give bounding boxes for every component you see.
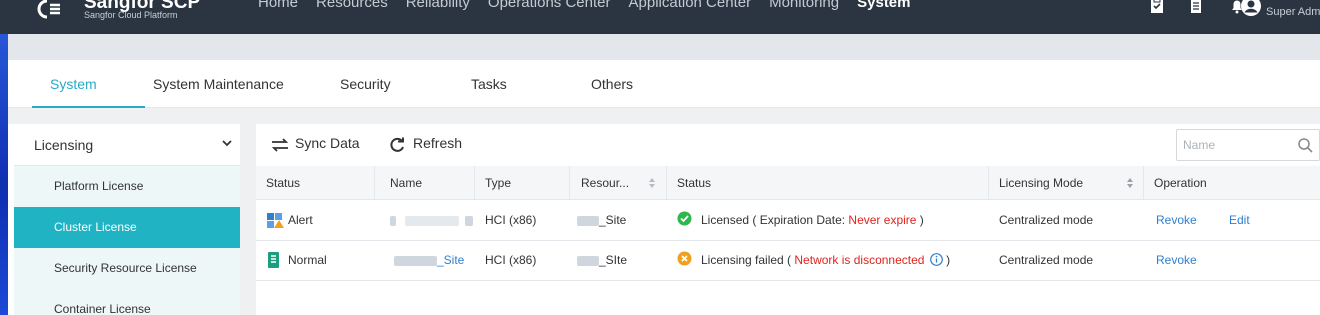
row-resource-suffix: _Site (599, 213, 627, 227)
tab-system[interactable]: System (50, 76, 97, 92)
sidebar-item-label: Security Resource License (54, 261, 197, 275)
search-icon[interactable] (1298, 138, 1313, 153)
cluster-license-main: Sync Data Refresh Status Name Type Resou… (256, 124, 1320, 315)
nav-item-home[interactable]: Home (258, 0, 298, 26)
column-header-status: Status (266, 176, 301, 190)
redacted-text (464, 215, 473, 226)
redacted-text (577, 215, 599, 226)
row-type: HCI (x86) (485, 253, 537, 267)
search-input[interactable] (1183, 136, 1283, 154)
row-name-link[interactable] (390, 213, 473, 227)
refresh-label: Refresh (413, 135, 463, 151)
sidebar-item-container-license[interactable]: Container License (14, 289, 240, 315)
sync-arrows-icon (271, 138, 289, 152)
edit-link[interactable]: Edit (1229, 213, 1250, 227)
column-header-resource[interactable]: Resour... (581, 176, 629, 190)
revoke-link[interactable]: Revoke (1156, 253, 1197, 267)
sync-data-label: Sync Data (295, 135, 360, 151)
check-circle-icon (677, 211, 692, 226)
nav-item-operations-center[interactable]: Operations Center (488, 0, 611, 26)
search-box (1176, 129, 1320, 161)
nav-item-application-center[interactable]: Application Center (629, 0, 752, 26)
sangfor-logo-icon (37, 0, 60, 19)
sidebar-item-cluster-license[interactable]: Cluster License (14, 207, 240, 248)
nav-item-system[interactable]: System (857, 0, 910, 26)
desktop-edge (0, 0, 8, 315)
brand-subtitle: Sangfor Cloud Platform (84, 10, 178, 20)
column-divider (988, 166, 989, 200)
row-resource: _SIte (577, 253, 627, 267)
main-gap (240, 124, 256, 315)
table-header: Status Name Type Resour... Status Licens… (256, 166, 1320, 200)
top-navigation-bar: Sangfor SCP Sangfor Cloud Platform Home … (0, 0, 1320, 34)
content-gap (8, 108, 1320, 124)
license-text: Licensing failed ( (701, 253, 795, 267)
redacted-text (577, 255, 599, 266)
clipboard-icon[interactable] (1148, 0, 1166, 15)
license-text: Licensed ( Expiration Date: (701, 213, 849, 227)
nav-item-resources[interactable]: Resources (316, 0, 388, 26)
table-row[interactable]: Normal _Site HCI (x86) _SIte Licensing f… (256, 241, 1320, 281)
user-avatar-icon[interactable] (1240, 0, 1262, 17)
sidebar-header-licensing[interactable]: Licensing (14, 124, 240, 166)
row-status-label: Alert (288, 213, 313, 227)
row-name-link[interactable]: _Site (394, 253, 464, 267)
toolbar: Sync Data Refresh (256, 124, 1320, 164)
column-header-operation: Operation (1154, 176, 1207, 190)
user-name[interactable]: Super Admi (1266, 6, 1320, 18)
column-divider (666, 166, 667, 200)
redacted-text (405, 215, 460, 226)
chevron-down-icon (222, 140, 232, 147)
column-divider (569, 166, 570, 200)
main-nav: Home Resources Reliability Operations Ce… (258, 0, 929, 26)
column-divider (474, 166, 475, 200)
column-header-type: Type (485, 176, 512, 190)
tab-others[interactable]: Others (591, 76, 633, 92)
sort-icon[interactable] (648, 176, 656, 190)
sidebar-item-platform-license[interactable]: Platform License (14, 166, 240, 207)
sidebar-item-label: Cluster License (54, 220, 137, 234)
revoke-link[interactable]: Revoke (1156, 213, 1197, 227)
tab-security[interactable]: Security (340, 76, 391, 92)
license-close: ) (942, 253, 951, 267)
sidebar-item-label: Platform License (54, 179, 144, 193)
info-icon[interactable] (929, 253, 943, 266)
row-resource: _Site (577, 213, 626, 227)
column-divider (1143, 166, 1144, 200)
license-close: ) (916, 213, 924, 227)
refresh-icon (390, 137, 404, 152)
system-tabs: System System Maintenance Security Tasks… (8, 60, 1320, 108)
redacted-text (394, 255, 437, 266)
sync-data-button[interactable]: Sync Data (271, 135, 366, 155)
header-band (8, 34, 1320, 60)
sidebar: Licensing Platform License Cluster Licen… (14, 124, 240, 315)
warning-circle-icon (677, 251, 692, 266)
document-icon[interactable] (1187, 0, 1205, 15)
row-resource-suffix: _SIte (599, 253, 628, 267)
column-header-license-status: Status (677, 176, 712, 190)
table-row[interactable]: Alert HCI (x86) _Site Licensed ( Expirat… (256, 201, 1320, 241)
column-header-name: Name (390, 176, 423, 190)
column-header-licensing-mode[interactable]: Licensing Mode (999, 176, 1083, 190)
tab-system-maintenance[interactable]: System Maintenance (153, 76, 284, 92)
sidebar-header-label: Licensing (34, 137, 94, 153)
normal-status-icon (268, 252, 279, 268)
nav-item-monitoring[interactable]: Monitoring (769, 0, 839, 26)
column-divider (374, 166, 375, 200)
license-detail: Never expire (848, 213, 917, 227)
row-name-suffix: _Site (437, 253, 465, 267)
tab-tasks[interactable]: Tasks (471, 76, 507, 92)
row-licensing-mode: Centralized mode (999, 253, 1094, 267)
sidebar-item-label: Container License (54, 302, 151, 315)
redacted-text (390, 215, 396, 226)
row-type: HCI (x86) (485, 213, 537, 227)
sidebar-item-security-resource-license[interactable]: Security Resource License (14, 248, 240, 289)
refresh-button[interactable]: Refresh (389, 135, 474, 155)
alert-status-icon (267, 213, 284, 228)
sort-icon[interactable] (1126, 176, 1134, 190)
license-detail: Network is disconnected (794, 253, 925, 267)
row-status-label: Normal (288, 253, 327, 267)
row-licensing-mode: Centralized mode (999, 213, 1094, 227)
nav-item-reliability[interactable]: Reliability (406, 0, 470, 26)
